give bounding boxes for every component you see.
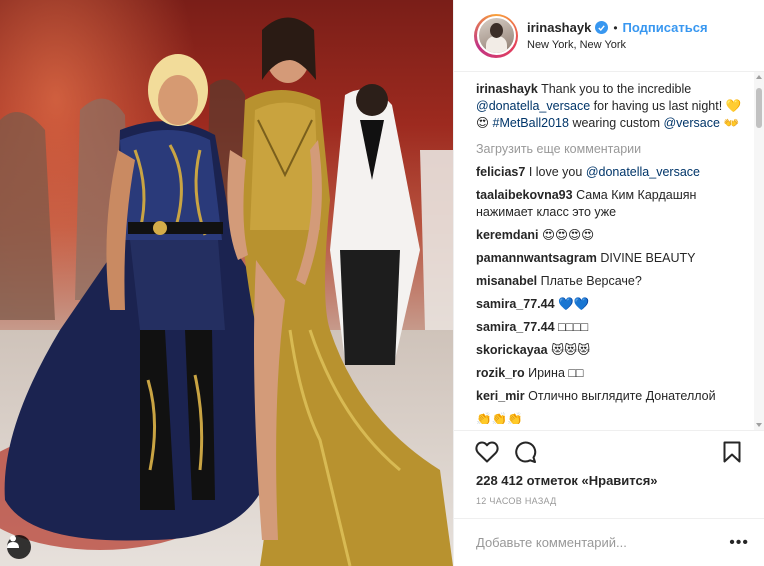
comment-input[interactable] xyxy=(476,535,716,550)
comment-item: samira_77.44 💙💙 xyxy=(476,297,590,311)
user-tag-icon[interactable] xyxy=(7,535,31,559)
comment-bubble-icon[interactable] xyxy=(512,439,538,465)
scroll-up-arrow-icon[interactable] xyxy=(756,75,762,79)
post-actions xyxy=(454,430,764,472)
comment-item: rozik_ro Ирина □□ xyxy=(476,366,584,380)
hashtag-link[interactable]: #MetBall2018 xyxy=(493,116,569,130)
comment-item: taalaibekovna93 Сама Ким Кардашян нажима… xyxy=(476,188,697,219)
comment-username[interactable]: samira_77.44 xyxy=(476,320,555,334)
comments-list[interactable]: irinashayk Thank you to the incredible @… xyxy=(476,81,748,424)
comment-username[interactable]: misanabel xyxy=(476,274,537,288)
post-details-panel: irinashayk • Подписаться New York, New Y… xyxy=(453,0,764,566)
caption-username[interactable]: irinashayk xyxy=(476,82,538,96)
mention-link[interactable]: @versace xyxy=(663,116,719,130)
post-timestamp[interactable]: 12 часов назад xyxy=(476,496,557,506)
comment-item: 👏👏👏 xyxy=(476,412,523,424)
comment-item: misanabel Платье Версаче? xyxy=(476,274,642,288)
comment-item: felicias7 I love you @donatella_versace xyxy=(476,165,700,179)
comment-username[interactable]: rozik_ro xyxy=(476,366,525,380)
scrollbar-thumb[interactable] xyxy=(756,88,762,128)
comment-item: pamannwantsagram DIVINE BEAUTY xyxy=(476,251,696,265)
comments-scrollbar[interactable] xyxy=(754,72,764,430)
scroll-down-arrow-icon[interactable] xyxy=(756,423,762,427)
comment-item: samira_77.44 □□□□ xyxy=(476,320,589,334)
post-photo[interactable] xyxy=(0,0,453,566)
likes-count[interactable]: 228 412 отметок «Нравится» xyxy=(476,473,658,488)
comment-username[interactable]: skorickayaa xyxy=(476,343,548,357)
verified-badge-icon xyxy=(595,21,609,34)
add-comment-bar: ••• xyxy=(454,518,764,566)
load-more-comments-button[interactable]: Загрузить еще комментарии xyxy=(476,141,748,158)
avatar[interactable] xyxy=(474,13,518,58)
bookmark-icon[interactable] xyxy=(719,439,745,465)
heart-icon[interactable] xyxy=(474,439,500,465)
comment-username[interactable]: keremdani xyxy=(476,228,539,242)
post-caption: irinashayk Thank you to the incredible @… xyxy=(476,82,742,130)
header-separator: • xyxy=(613,20,618,35)
post-header: irinashayk • Подписаться New York, New Y… xyxy=(454,0,764,72)
comment-username[interactable]: taalaibekovna93 xyxy=(476,188,573,202)
comment-item: skorickayaa 😻😻😻 xyxy=(476,343,591,357)
comment-username[interactable]: samira_77.44 xyxy=(476,297,555,311)
location-link[interactable]: New York, New York xyxy=(527,39,708,51)
comment-username[interactable]: keri_mir xyxy=(476,389,525,403)
comment-item: keri_mir Отлично выглядите Донателлой xyxy=(476,389,716,403)
follow-button[interactable]: Подписаться xyxy=(623,20,708,35)
comment-username[interactable]: pamannwantsagram xyxy=(476,251,597,265)
more-options-button[interactable]: ••• xyxy=(729,534,749,550)
photo-scene xyxy=(0,17,453,566)
mention-link[interactable]: @donatella_versace xyxy=(476,99,590,113)
mention-link[interactable]: @donatella_versace xyxy=(586,165,700,179)
username-link[interactable]: irinashayk xyxy=(527,20,591,35)
comment-username[interactable]: felicias7 xyxy=(476,165,525,179)
comment-item: keremdani 😍😍😍😍 xyxy=(476,228,595,242)
